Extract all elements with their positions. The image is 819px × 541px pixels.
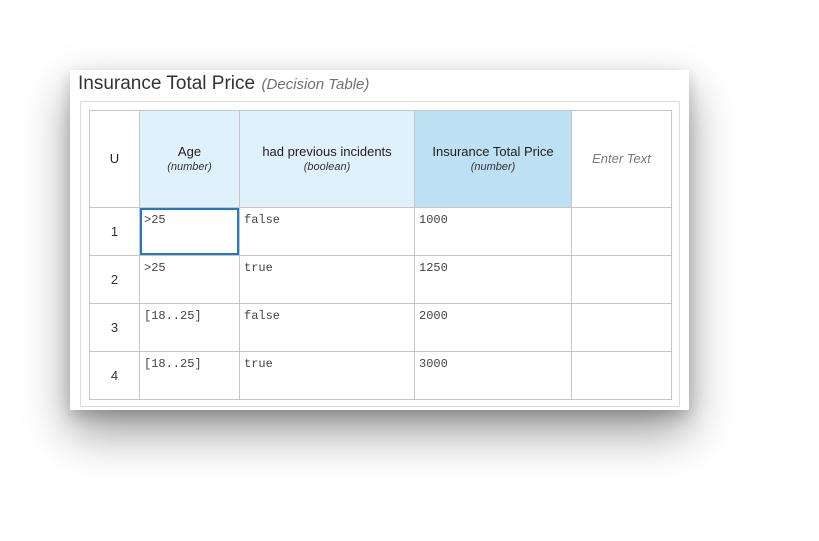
input-column-header-incidents[interactable]: had previous incidents (boolean) bbox=[239, 110, 415, 208]
cell-value: 2000 bbox=[419, 309, 448, 323]
annotation-cell[interactable] bbox=[571, 255, 672, 304]
column-name: Age bbox=[177, 144, 202, 159]
input-column-header-age[interactable]: Age (number) bbox=[139, 110, 240, 208]
decision-table-title: Insurance Total Price (Decision Table) bbox=[78, 73, 369, 96]
annotation-column-header[interactable]: Enter Text bbox=[571, 110, 672, 208]
column-type: (number) bbox=[167, 161, 212, 173]
annotation-cell[interactable] bbox=[571, 303, 672, 352]
cell-value: 1250 bbox=[419, 261, 448, 275]
column-type: (boolean) bbox=[303, 161, 351, 173]
cell-value: [18..25] bbox=[144, 309, 202, 323]
annotation-placeholder: Enter Text bbox=[592, 151, 651, 166]
column-type: (number) bbox=[470, 161, 516, 173]
row-number[interactable]: 4 bbox=[89, 351, 140, 400]
table-kind-label: (Decision Table) bbox=[261, 76, 370, 93]
hit-policy-label: U bbox=[109, 151, 120, 166]
cell-value: 1000 bbox=[419, 213, 448, 227]
annotation-cell[interactable] bbox=[571, 207, 672, 256]
row-number[interactable]: 2 bbox=[89, 255, 140, 304]
cell-value: false bbox=[244, 309, 281, 323]
cell-value bbox=[572, 304, 671, 309]
output-cell-price[interactable]: 1250 bbox=[414, 255, 572, 304]
cell-value: >25 bbox=[144, 213, 166, 227]
column-name: Insurance Total Price bbox=[432, 144, 554, 159]
cell-value: >25 bbox=[144, 261, 166, 275]
table-name[interactable]: Insurance Total Price bbox=[78, 73, 255, 94]
cell-value bbox=[572, 352, 671, 357]
output-cell-price[interactable]: 3000 bbox=[414, 351, 572, 400]
input-cell-age[interactable]: [18..25] bbox=[139, 351, 240, 400]
table-row: 1 >25 false 1000 bbox=[89, 207, 672, 256]
column-name: had previous incidents bbox=[262, 144, 392, 159]
row-number[interactable]: 3 bbox=[89, 303, 140, 352]
decision-table-panel: Insurance Total Price (Decision Table) U… bbox=[70, 70, 689, 410]
output-column-header-price[interactable]: Insurance Total Price (number) bbox=[414, 110, 572, 208]
header-row: U Age (number) had previous incidents (b… bbox=[89, 110, 672, 208]
table-row: 4 [18..25] true 3000 bbox=[89, 351, 672, 400]
row-number[interactable]: 1 bbox=[89, 207, 140, 256]
cell-value bbox=[572, 208, 671, 213]
cell-value: [18..25] bbox=[144, 357, 202, 371]
cell-value: false bbox=[244, 213, 281, 227]
hit-policy-cell[interactable]: U bbox=[89, 110, 140, 208]
annotation-cell[interactable] bbox=[571, 351, 672, 400]
table-row: 2 >25 true 1250 bbox=[89, 255, 672, 304]
cell-value: true bbox=[244, 261, 273, 275]
input-cell-age[interactable]: [18..25] bbox=[139, 303, 240, 352]
input-cell-age[interactable]: >25 bbox=[139, 255, 240, 304]
input-cell-incidents[interactable]: true bbox=[239, 255, 415, 304]
input-cell-incidents[interactable]: false bbox=[239, 207, 415, 256]
output-cell-price[interactable]: 1000 bbox=[414, 207, 572, 256]
canvas: Insurance Total Price (Decision Table) U… bbox=[0, 0, 819, 541]
cell-value bbox=[572, 256, 671, 261]
input-cell-incidents[interactable]: false bbox=[239, 303, 415, 352]
input-cell-incidents[interactable]: true bbox=[239, 351, 415, 400]
cell-value: 3000 bbox=[419, 357, 448, 371]
decision-table: U Age (number) had previous incidents (b… bbox=[89, 110, 672, 400]
table-row: 3 [18..25] false 2000 bbox=[89, 303, 672, 352]
input-cell-age[interactable]: >25 bbox=[139, 207, 240, 256]
cell-value: true bbox=[244, 357, 273, 371]
output-cell-price[interactable]: 2000 bbox=[414, 303, 572, 352]
